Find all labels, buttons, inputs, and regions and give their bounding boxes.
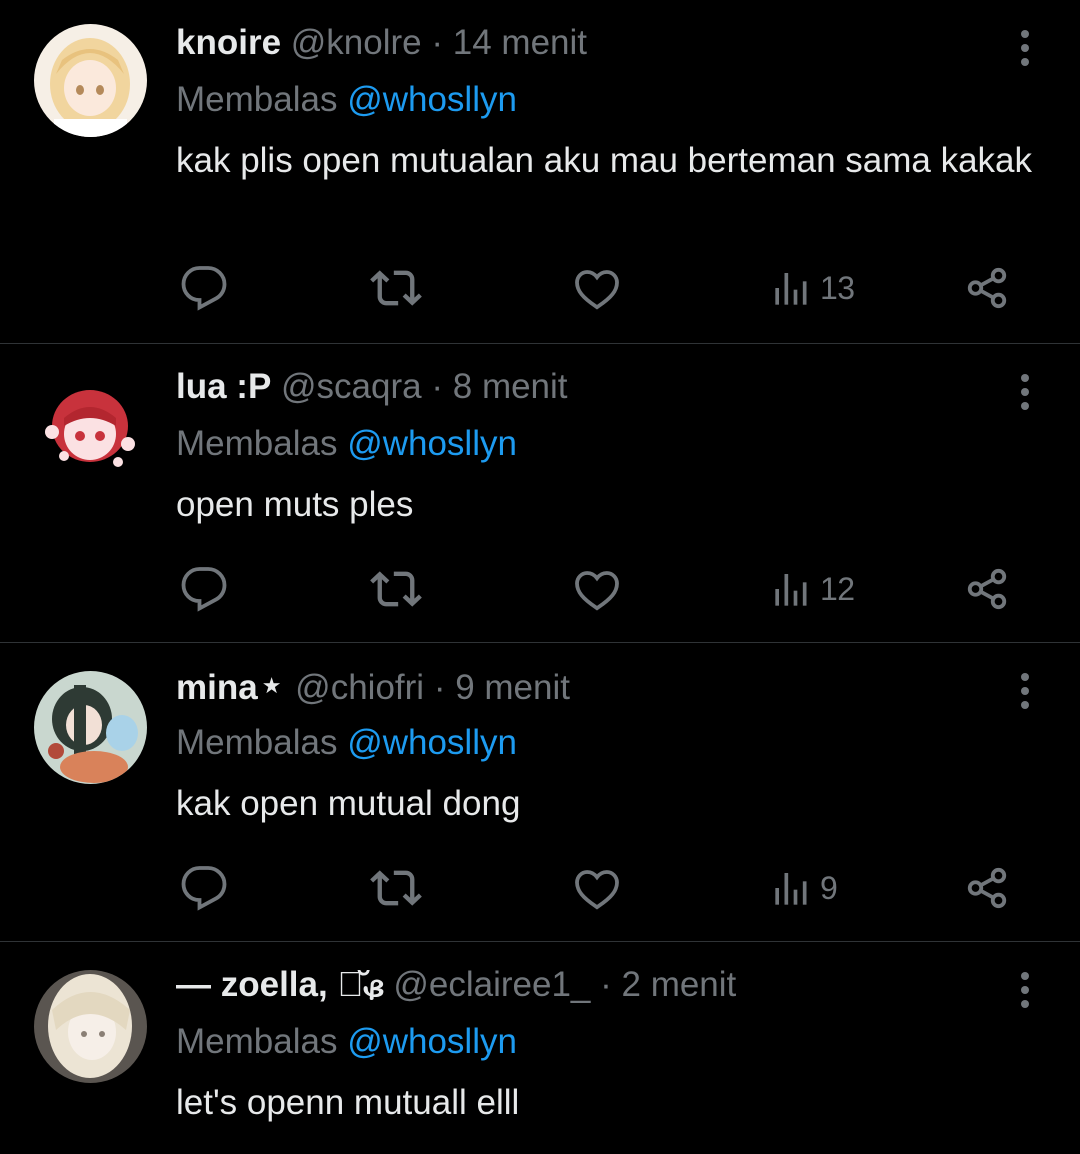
reply-header: mina ★ @chiofri · 9 menit <box>176 663 570 709</box>
heart-icon <box>575 270 619 310</box>
reply-text: open muts ples <box>176 485 414 524</box>
views-button[interactable]: 13 <box>772 262 855 314</box>
star-badge: ★ <box>261 673 282 698</box>
reply-icon <box>181 266 227 311</box>
more-vertical-icon[interactable] <box>1010 372 1040 412</box>
avatar[interactable] <box>34 671 147 784</box>
heart-icon <box>575 870 619 910</box>
display-name[interactable]: lua :P <box>176 367 271 406</box>
reply-icon <box>181 567 227 612</box>
replying-prefix: Membalas <box>176 723 338 762</box>
separator: · <box>600 965 612 1004</box>
like-button[interactable] <box>573 563 621 615</box>
avatar[interactable] <box>34 374 147 487</box>
reply-text: let's openn mutuall elll <box>176 1083 520 1122</box>
reply-header: knoire @knolre · 14 menit <box>176 20 587 66</box>
user-handle[interactable]: @eclairee1_ <box>393 965 590 1004</box>
replying-prefix: Membalas <box>176 424 338 463</box>
like-button[interactable] <box>573 862 621 914</box>
action-bar: 9 <box>176 862 1026 914</box>
timestamp[interactable]: 9 menit <box>455 668 570 707</box>
views-chart-icon <box>775 273 807 305</box>
reply-text: kak open mutual dong <box>176 784 521 823</box>
replying-to: Membalas @whosllyn <box>176 721 517 765</box>
views-count: 12 <box>820 570 855 607</box>
views-chart-icon <box>775 574 807 606</box>
reply-text: kak plis open mutualan aku mau berteman … <box>176 141 1033 180</box>
more-vertical-icon[interactable] <box>1010 970 1040 1010</box>
reply-item[interactable]: mina ★ @chiofri · 9 menit Membalas @whosl… <box>0 643 1080 942</box>
reply-header: lua :P @scaqra · 8 menit <box>176 364 568 410</box>
replying-to: Membalas @whosllyn <box>176 422 517 466</box>
action-bar: 12 <box>176 563 1026 615</box>
heart-icon <box>575 571 619 611</box>
replying-to: Membalas @whosllyn <box>176 78 517 122</box>
display-name[interactable]: knoire <box>176 23 281 62</box>
share-icon <box>967 867 1007 909</box>
avatar[interactable] <box>34 970 147 1083</box>
reply-button[interactable] <box>180 862 228 914</box>
reply-button[interactable] <box>180 563 228 615</box>
share-button[interactable] <box>964 862 1010 914</box>
mention-link[interactable]: @whosllyn <box>347 723 517 762</box>
replying-prefix: Membalas <box>176 1022 338 1061</box>
separator: · <box>433 668 446 707</box>
views-button[interactable]: 12 <box>772 563 855 615</box>
reply-item[interactable]: lua :P @scaqra · 8 menit Membalas @whosl… <box>0 344 1080 643</box>
views-button[interactable]: 9 <box>772 862 838 914</box>
user-handle[interactable]: @chiofri <box>295 668 424 707</box>
like-button[interactable] <box>573 262 621 314</box>
user-handle[interactable]: @scaqra <box>281 367 422 406</box>
action-bar: 13 <box>176 262 1026 314</box>
avatar[interactable] <box>34 24 147 137</box>
display-name[interactable]: mina <box>176 668 258 707</box>
retweet-icon <box>370 270 422 306</box>
reply-button[interactable] <box>180 262 228 314</box>
replying-to: Membalas @whosllyn <box>176 1020 517 1064</box>
timestamp[interactable]: 8 menit <box>453 367 568 406</box>
user-handle[interactable]: @knolre <box>291 23 422 62</box>
retweet-button[interactable] <box>370 862 422 914</box>
views-count: 13 <box>820 269 855 306</box>
replies-feed: knoire @knolre · 14 menit Membalas @whos… <box>0 0 1080 1154</box>
reply-item[interactable]: — zoella, ঌ̆ᏸ @eclairee1_ · 2 menit Memb… <box>0 942 1080 1154</box>
timestamp[interactable]: 2 menit <box>622 965 737 1004</box>
views-chart-icon <box>775 873 807 905</box>
retweet-icon <box>370 571 422 607</box>
more-vertical-icon[interactable] <box>1010 671 1040 711</box>
separator: · <box>431 367 444 406</box>
replying-prefix: Membalas <box>176 80 338 119</box>
retweet-button[interactable] <box>370 563 422 615</box>
mention-link[interactable]: @whosllyn <box>347 424 517 463</box>
share-button[interactable] <box>964 563 1010 615</box>
reply-icon <box>181 866 227 911</box>
retweet-button[interactable] <box>370 262 422 314</box>
retweet-icon <box>370 870 422 906</box>
more-vertical-icon[interactable] <box>1010 28 1040 68</box>
mention-link[interactable]: @whosllyn <box>347 1022 517 1061</box>
timestamp[interactable]: 14 menit <box>453 23 587 62</box>
share-icon <box>967 267 1007 309</box>
reply-item[interactable]: knoire @knolre · 14 menit Membalas @whos… <box>0 0 1080 344</box>
mention-link[interactable]: @whosllyn <box>347 80 517 119</box>
display-name[interactable]: — zoella, ঌ̆ᏸ <box>176 965 384 1004</box>
reply-header: — zoella, ঌ̆ᏸ @eclairee1_ · 2 menit <box>176 962 736 1008</box>
separator: · <box>431 23 444 62</box>
views-count: 9 <box>820 869 838 906</box>
share-icon <box>967 568 1007 610</box>
share-button[interactable] <box>964 262 1010 314</box>
